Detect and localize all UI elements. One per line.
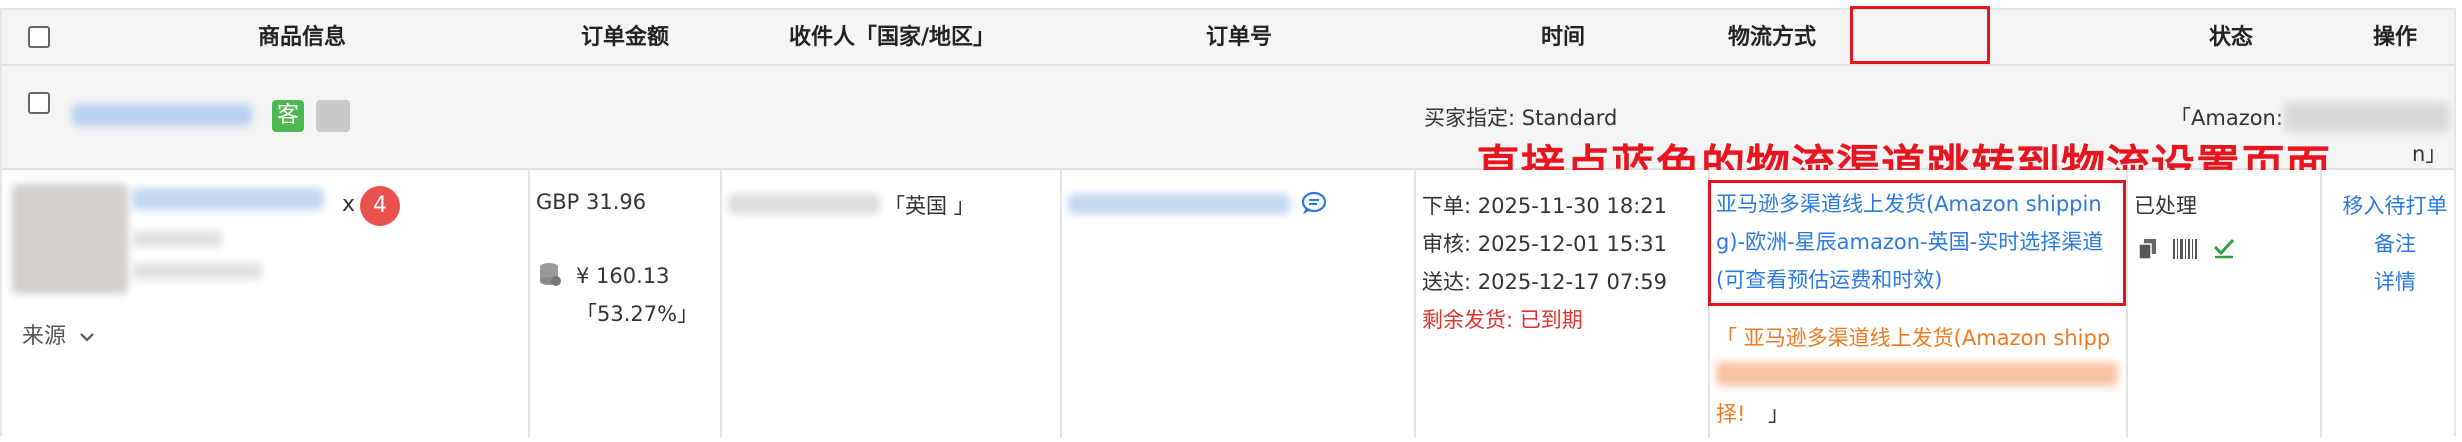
col-divider [528, 170, 530, 438]
logistics-header-highlight [1850, 6, 1990, 64]
order-summary-row: 客 买家指定: Standard 「Amazon: n」 直接点蓝色的物流渠道跳… [2, 66, 2454, 192]
order-number-redacted[interactable] [1068, 194, 1290, 214]
col-divider [1060, 170, 1062, 438]
buyer-logistics-close: 」 [1768, 402, 1789, 426]
barcode-icon[interactable] [2172, 238, 2198, 260]
header-action: 操作 [2372, 25, 2417, 50]
logistics-channel-link-line3[interactable]: (可查看预估运费和时效) [1716, 264, 1942, 294]
time-delivered: 送达: 2025-12-17 07:59 [1422, 270, 1667, 294]
header-amount: 订单金额 [580, 25, 669, 50]
col-divider [2320, 170, 2322, 438]
product-attr-redacted [132, 262, 262, 280]
note-link[interactable]: 备注 [2334, 228, 2456, 258]
source-label: 来源 [22, 324, 67, 349]
order-detail-row: x 4 来源 GBP 31.96 ¥ 160.13 「53.27%」 「英国 」… [2, 170, 2454, 438]
product-thumbnail[interactable] [12, 184, 128, 294]
amazon-label-tail: n」 [2412, 142, 2447, 166]
buyer-logistics-line1: 「 亚马逊多渠道线上发货(Amazon shipp [1716, 326, 2111, 350]
buyer-logistics-redacted [1716, 362, 2118, 386]
buyer-specified-shipping: 买家指定: Standard [1424, 106, 1618, 130]
col-divider [1414, 170, 1416, 438]
header-recipient: 收件人「国家/地区」 [788, 25, 996, 50]
amount-gbp: GBP 31.96 [536, 190, 647, 214]
logistics-channel-link-line2[interactable]: g)-欧洲-星辰amazon-英国-实时选择渠道 [1716, 226, 2103, 256]
message-icon[interactable] [1300, 190, 1328, 216]
quantity-badge: 4 [360, 186, 400, 226]
move-to-print-link[interactable]: 移入待打单 [2334, 190, 2456, 220]
copy-icon[interactable] [2138, 238, 2158, 260]
details-link[interactable]: 详情 [2334, 266, 2456, 296]
check-icon[interactable] [2212, 236, 2236, 260]
header-time: 时间 [1540, 25, 1585, 50]
status-text: 已处理 [2134, 194, 2197, 218]
order-checkbox[interactable] [28, 92, 50, 114]
quantity-prefix: x [342, 192, 356, 217]
header-logistics: 物流方式 [1727, 25, 1816, 50]
table-header: 商品信息 订单金额 收件人「国家/地区」 订单号 时间 物流方式 状态 操作 [2, 6, 2454, 66]
header-order-number: 订单号 [1205, 25, 1272, 50]
store-name-redacted [72, 104, 252, 126]
time-reviewed: 审核: 2025-12-01 15:31 [1422, 232, 1667, 256]
tag-badge [316, 100, 350, 132]
logistics-channel-link-line1[interactable]: 亚马逊多渠道线上发货(Amazon shippin [1716, 188, 2102, 218]
customer-badge: 客 [272, 100, 304, 132]
order-table: 商品信息 订单金额 收件人「国家/地区」 订单号 时间 物流方式 状态 操作 客… [0, 6, 2456, 438]
recipient-country: 「英国 」 [884, 194, 975, 218]
header-product: 商品信息 [257, 25, 346, 50]
recipient-name-redacted [728, 194, 880, 214]
amazon-label: 「Amazon: [2170, 106, 2283, 130]
amazon-info-redacted [2284, 102, 2450, 132]
amount-cny: ¥ 160.13 [576, 264, 670, 288]
header-status: 状态 [2208, 25, 2253, 50]
product-sku-redacted [132, 230, 222, 248]
coins-icon [540, 263, 561, 286]
time-remaining: 剩余发货: 已到期 [1422, 308, 1583, 332]
select-all-checkbox[interactable] [28, 26, 50, 48]
product-title-redacted[interactable] [132, 188, 324, 210]
source-dropdown[interactable]: 来源 [22, 318, 95, 350]
col-divider [720, 170, 722, 438]
buyer-logistics-line3: 择! [1716, 402, 1746, 426]
time-ordered: 下单: 2025-11-30 18:21 [1422, 194, 1667, 218]
chevron-down-icon [80, 333, 94, 342]
profit-percent: 「53.27%」 [576, 302, 699, 326]
col-divider [2126, 170, 2128, 438]
